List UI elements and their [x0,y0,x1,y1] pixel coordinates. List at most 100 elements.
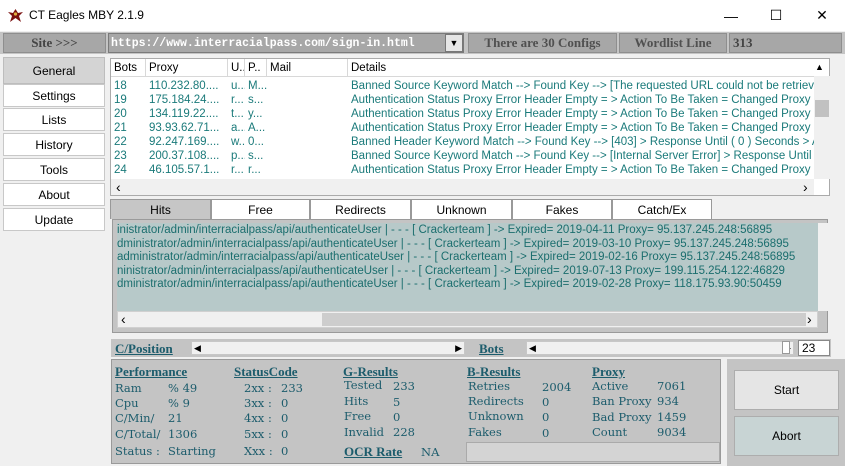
tab-redirects[interactable]: Redirects [310,199,411,219]
col-header-details[interactable]: Details [348,59,829,77]
col-header-mail[interactable]: Mail [267,59,348,77]
grid-horizontal-scrollbar[interactable] [111,179,814,195]
tab-free[interactable]: Free [211,199,310,219]
grid-cell-details[interactable]: Banned Source Keyword Match --> Found Ke… [348,79,829,93]
performance-heading: Performance [115,364,188,379]
grid-cell-pass[interactable]: s... [245,93,267,107]
scroll-right-icon[interactable]: › [807,311,812,327]
grid-cell-proxy[interactable]: 93.93.62.71... [146,121,228,135]
nav-lists[interactable]: Lists [3,108,105,131]
scroll-right-icon[interactable]: › [803,179,808,195]
grid-cell-proxy[interactable]: 110.232.80.... [146,79,228,93]
hits-hscroll-thumb[interactable] [322,313,806,326]
close-button[interactable]: ✕ [799,0,845,31]
grid-cell-pass[interactable]: M... [245,79,267,93]
grid-cell-bots[interactable]: 22 [111,135,146,149]
start-button[interactable]: Start [734,370,839,410]
hits-textbox[interactable]: inistrator/admin/interracialpass/api/aut… [117,223,818,311]
grid-cell-mail[interactable] [267,135,348,149]
col-header-user[interactable]: U.. [228,59,245,77]
grid-cell-mail[interactable] [267,107,348,121]
bots-grid[interactable]: Bots Proxy U.. P.. Mail Details 18 110.23… [110,58,830,196]
redirects-value: 0 [542,395,550,409]
grid-cell-mail[interactable] [267,79,348,93]
grid-vertical-scrollbar[interactable] [814,76,830,179]
grid-cell-mail[interactable] [267,93,348,107]
slider-left-icon[interactable]: ◀ [529,343,536,354]
grid-cell-proxy[interactable]: 46.105.57.1... [146,163,228,177]
grid-cell-user[interactable]: r... [228,163,245,177]
grid-cell-pass[interactable]: r... [245,163,267,177]
grid-cell-mail[interactable] [267,163,348,177]
configs-count: There are 30 Configs [468,33,617,53]
grid-cell-proxy[interactable]: 175.184.24.... [146,93,228,107]
grid-cell-pass[interactable]: s... [245,149,267,163]
grid-cell-mail[interactable] [267,149,348,163]
bots-slider-thumb[interactable] [782,341,790,354]
grid-cell-details[interactable]: Banned Header Keyword Match --> Found Ke… [348,135,829,149]
abort-button[interactable]: Abort [734,416,839,456]
grid-cell-pass[interactable]: y... [245,107,267,121]
grid-cell-user[interactable]: a... [228,121,245,135]
c-position-link[interactable]: C/Position [115,341,173,357]
col-header-proxy[interactable]: Proxy [146,59,228,77]
grid-cell-bots[interactable]: 18 [111,79,146,93]
grid-cell-mail[interactable] [267,121,348,135]
stats-panel: Performance Ram % 49 Cpu % 9 C/Min/ 21 C… [111,359,721,464]
nav-history[interactable]: History [3,133,105,156]
nav-settings[interactable]: Settings [3,84,105,107]
scroll-up-icon[interactable]: ▲ [815,62,824,72]
grid-cell-details[interactable]: Banned Source Keyword Match --> Found Ke… [348,149,829,163]
minimize-button[interactable]: — [708,0,754,31]
url-combobox[interactable]: https://www.interracialpass.com/sign-in.… [108,33,464,53]
scroll-left-icon[interactable]: ‹ [116,179,121,195]
bots-link[interactable]: Bots [479,341,504,357]
code-3xx-label: 3xx : [244,396,272,410]
bots-count-input[interactable]: 23 [798,340,830,356]
tab-unknown[interactable]: Unknown [411,199,512,219]
grid-cell-details[interactable]: Authentication Status Proxy Error Header… [348,121,829,135]
grid-cell-proxy[interactable]: 134.119.22.... [146,107,228,121]
grid-cell-bots[interactable]: 24 [111,163,146,177]
ban-proxy-label: Ban Proxy [592,394,652,408]
bots-slider[interactable]: ◀▶ [526,341,794,355]
grid-cell-bots[interactable]: 19 [111,93,146,107]
grid-cell-user[interactable]: u... [228,79,245,93]
maximize-button[interactable]: ☐ [753,0,799,31]
tab-catch-ex[interactable]: Catch/Ex [612,199,712,219]
grid-cell-user[interactable]: w... [228,135,245,149]
grid-cell-proxy[interactable]: 92.247.169.... [146,135,228,149]
tab-hits[interactable]: Hits [110,199,211,219]
col-header-pass[interactable]: P.. [245,59,267,77]
code-2xx-value: 233 [281,381,303,395]
nav-tools[interactable]: Tools [3,158,105,181]
code-3xx-value: 0 [281,396,289,410]
nav-about[interactable]: About [3,183,105,206]
c-position-slider[interactable]: ◀ ▶ [191,341,465,355]
grid-cell-details[interactable]: Authentication Status Proxy Error Header… [348,93,829,107]
retries-value: 2004 [542,380,572,394]
grid-cell-proxy[interactable]: 200.37.108.... [146,149,228,163]
hit-line: dministrator/admin/interracialpass/api/a… [117,278,782,290]
tab-fakes[interactable]: Fakes [512,199,612,219]
nav-general[interactable]: General [3,57,105,84]
scroll-left-icon[interactable]: ‹ [121,311,126,327]
hits-vscroll[interactable] [818,223,828,311]
grid-cell-user[interactable]: t... [228,107,245,121]
grid-cell-pass[interactable]: A... [245,121,267,135]
slider-left-icon[interactable]: ◀ [194,343,201,354]
dropdown-arrow-icon[interactable]: ▼ [445,34,463,52]
grid-cell-user[interactable]: r... [228,93,245,107]
tested-value: 233 [393,379,415,393]
slider-right-icon[interactable]: ▶ [455,343,462,354]
grid-cell-user[interactable]: p... [228,149,245,163]
grid-cell-bots[interactable]: 23 [111,149,146,163]
grid-cell-details[interactable]: Authentication Status Proxy Error Header… [348,107,829,121]
grid-cell-details[interactable]: Authentication Status Proxy Error Header… [348,163,829,177]
col-header-bots[interactable]: Bots [111,59,146,77]
grid-cell-pass[interactable]: 0... [245,135,267,149]
nav-update[interactable]: Update [3,208,105,231]
grid-cell-bots[interactable]: 21 [111,121,146,135]
grid-vscroll-thumb[interactable] [815,100,829,117]
grid-cell-bots[interactable]: 20 [111,107,146,121]
